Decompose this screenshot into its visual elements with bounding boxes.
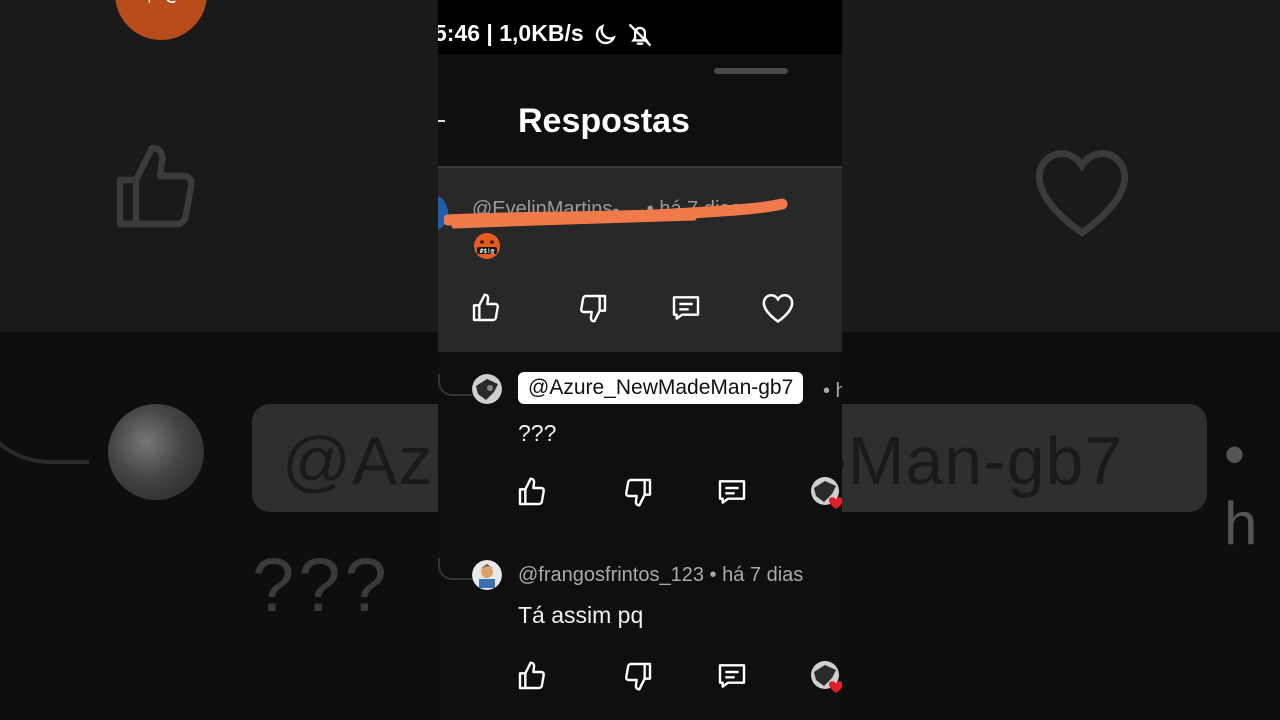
background-question-text: ??? xyxy=(252,543,391,628)
reply-button[interactable] xyxy=(714,474,750,510)
like-button[interactable] xyxy=(514,658,550,694)
like-icon xyxy=(518,661,545,690)
emoji-text: #$!@ xyxy=(480,248,495,255)
reply-action-row xyxy=(438,474,842,514)
parent-comment: @EvelinMartins-__ • há 7 dias #$!@ xyxy=(438,168,842,352)
reply-action-row xyxy=(438,658,842,698)
status-text: 5:46 | 1,0KB/s xyxy=(438,20,584,46)
heart-button[interactable] xyxy=(760,290,796,326)
reply-meta: • h xyxy=(823,380,842,402)
dislike-icon xyxy=(625,662,652,691)
reply-icon xyxy=(718,664,746,688)
dislike-button[interactable] xyxy=(620,658,656,694)
dislike-icon xyxy=(625,478,652,507)
dislike-icon xyxy=(580,294,607,323)
parent-action-row xyxy=(438,290,842,330)
like-icon xyxy=(518,477,545,506)
creator-heart-icon[interactable] xyxy=(810,660,842,694)
comment-author[interactable]: @frangosfrintos_123 • há 7 dias xyxy=(518,564,803,587)
background-emoji-text: #$!@ xyxy=(133,0,176,5)
reply-button[interactable] xyxy=(714,658,750,694)
dislike-button[interactable] xyxy=(575,290,611,326)
bell-off-icon xyxy=(629,24,651,46)
background-heart-icon xyxy=(1035,150,1129,237)
reply-button[interactable] xyxy=(668,290,704,326)
creator-heart-icon[interactable] xyxy=(810,476,842,510)
like-icon xyxy=(472,293,499,322)
like-button[interactable] xyxy=(514,474,550,510)
replies-sheet: Respostas @EvelinMartins-__ • há 7 dias … xyxy=(438,54,842,720)
phone-screen: 5:46 | 1,0KB/s Respostas @EvelinMartins-… xyxy=(438,0,842,720)
avatar[interactable] xyxy=(472,560,502,590)
heart-icon xyxy=(762,293,794,323)
reply-icon xyxy=(718,480,746,504)
background-avatar xyxy=(108,404,204,500)
cursing-face-emoji: #$!@ xyxy=(474,233,500,259)
background-dot: • h xyxy=(1224,421,1258,557)
reply-text: ??? xyxy=(518,420,557,446)
status-bar: 5:46 | 1,0KB/s xyxy=(438,0,842,54)
background-thread-line xyxy=(0,350,89,464)
dislike-button[interactable] xyxy=(620,474,656,510)
reply-text: Tá assim pq xyxy=(518,602,644,628)
moon-icon xyxy=(595,24,616,45)
avatar[interactable] xyxy=(472,374,502,404)
page-title: Respostas xyxy=(518,102,690,140)
reply-icon xyxy=(672,296,700,320)
scribble-redaction xyxy=(444,198,788,229)
like-button[interactable] xyxy=(468,290,504,326)
drag-handle[interactable] xyxy=(714,68,788,74)
mention-chip[interactable]: @Azure_NewMadeMan-gb7 xyxy=(518,372,804,404)
background-like-icon xyxy=(116,144,195,228)
back-arrow-icon[interactable] xyxy=(438,120,445,122)
